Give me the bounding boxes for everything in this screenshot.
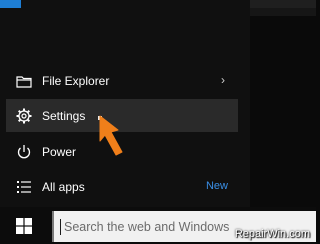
menu-item-label: Power xyxy=(42,144,77,159)
live-tile[interactable] xyxy=(250,8,316,16)
menu-item-label: File Explorer xyxy=(42,73,110,88)
pointer-arrow-icon xyxy=(99,115,123,156)
gear-icon xyxy=(15,107,32,124)
chevron-right-icon: › xyxy=(221,73,225,87)
power-icon xyxy=(15,143,32,160)
user-tile[interactable] xyxy=(0,0,21,8)
watermark: RepairWin.com xyxy=(234,228,310,240)
windows-logo-icon xyxy=(16,217,32,234)
menu-item-label: All apps xyxy=(42,179,85,194)
new-badge: New xyxy=(205,180,228,192)
menu-item-all-apps[interactable]: All apps New xyxy=(6,170,238,203)
text-cursor xyxy=(60,218,61,235)
list-icon xyxy=(15,178,32,195)
search-placeholder: Search the web and Windows xyxy=(64,219,230,234)
start-button[interactable] xyxy=(0,207,48,244)
live-tiles-area xyxy=(250,0,316,207)
menu-item-file-explorer[interactable]: File Explorer › xyxy=(6,64,238,97)
desktop-screen: File Explorer › Settings Power All apps … xyxy=(0,0,316,244)
start-menu: File Explorer › Settings Power All apps … xyxy=(0,0,250,207)
folder-icon xyxy=(15,72,32,89)
live-tile[interactable] xyxy=(250,0,316,8)
menu-item-label: Settings xyxy=(42,108,86,123)
